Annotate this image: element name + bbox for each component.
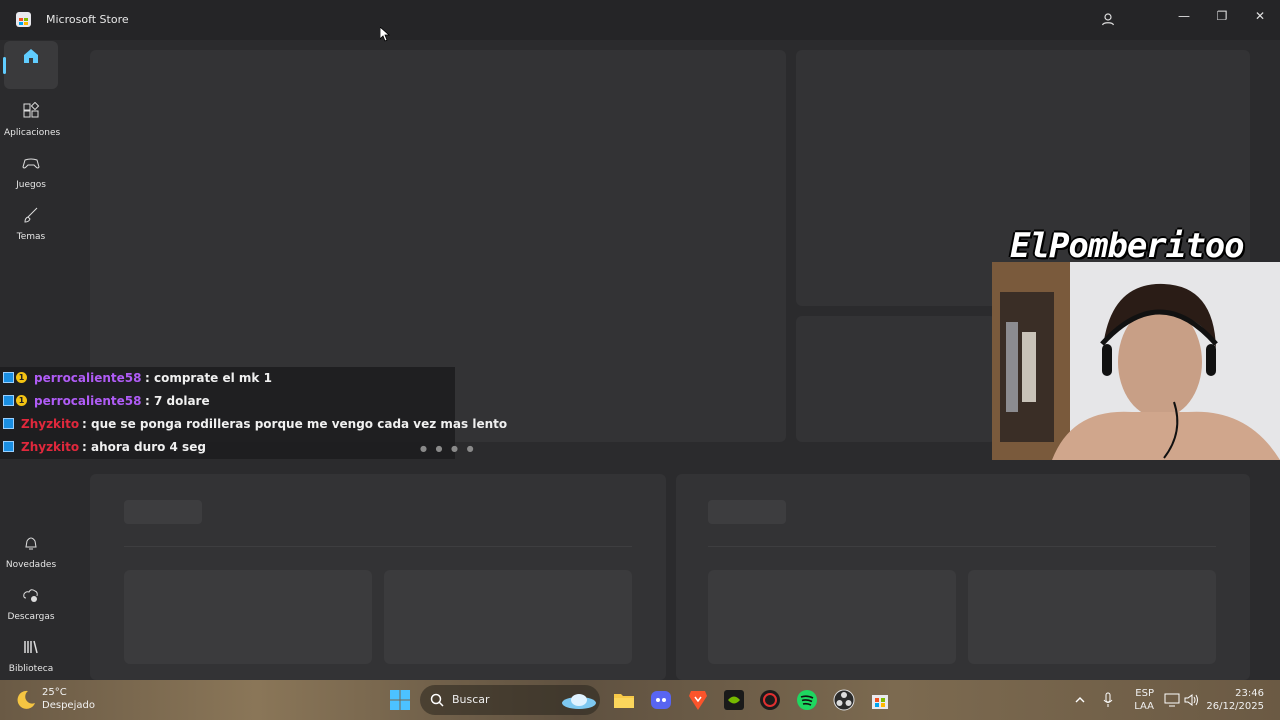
chat-username: perrocaliente58 (34, 394, 142, 408)
chat-text: : ahora duro 4 seg (82, 440, 206, 454)
sidebar-item-label: Aplicaciones (4, 128, 61, 138)
chat-message: Zhyzkito : que se ponga rodilleras porqu… (0, 413, 507, 435)
streamer-name-banner: ElPomberitoo (1010, 228, 1280, 264)
window-title: Microsoft Store (46, 13, 129, 26)
prime-badge-icon (3, 395, 14, 406)
chat-username: perrocaliente58 (34, 371, 142, 385)
home-icon (24, 49, 38, 63)
search-placeholder: Buscar (452, 693, 490, 706)
webcam-feed (992, 262, 1280, 460)
card-placeholder (708, 570, 956, 664)
prime-badge-icon (3, 372, 14, 383)
chat-username: Zhyzkito (21, 417, 80, 431)
library-icon (24, 640, 38, 654)
sub-badge-icon: 1 (16, 395, 27, 406)
taskbar: 25°C Despejado Buscar ESP LAA 23:46 26/1… (0, 680, 1280, 720)
chevron-up-icon[interactable] (1074, 694, 1086, 706)
microphone-icon[interactable] (1102, 692, 1114, 708)
microsoft-store-taskbar-icon[interactable] (868, 688, 892, 712)
obs-studio-icon[interactable] (832, 688, 856, 712)
cloud-download-icon (23, 589, 38, 602)
minimize-button[interactable]: — (1172, 6, 1196, 26)
chat-text: : comprate el mk 1 (145, 371, 272, 385)
chat-text: : 7 dolare (145, 394, 210, 408)
section-placeholder-left (90, 474, 666, 680)
promo-placeholder-bottom (796, 316, 996, 442)
sidebar-item-apps[interactable]: Aplicaciones (4, 96, 61, 144)
sidebar-item-label: Descargas (7, 612, 55, 622)
weather-temperature: 25°C (42, 687, 67, 698)
sidebar-item-home[interactable] (3, 41, 58, 89)
brave-browser-icon[interactable] (686, 688, 710, 712)
heading-placeholder (708, 500, 786, 524)
divider (124, 546, 632, 547)
chat-message: Zhyzkito : ahora duro 4 seg (0, 436, 455, 458)
sidebar-item-label: Juegos (16, 180, 46, 190)
bell-icon (25, 537, 37, 550)
sidebar-item-downloads[interactable]: Descargas (4, 580, 58, 628)
sidebar: Aplicaciones Juegos Temas Novedades Desc… (0, 40, 62, 680)
chat-text: : que se ponga rodilleras porque me veng… (82, 417, 508, 431)
maximize-button[interactable]: ❐ (1210, 6, 1234, 26)
spotify-icon[interactable] (795, 688, 819, 712)
stream-chat-overlay: 1 perrocaliente58 : comprate el mk 1 1 p… (0, 367, 507, 459)
section-placeholder-right (676, 474, 1250, 680)
weather-description: Despejado (42, 700, 95, 711)
brush-icon (24, 207, 38, 223)
moon-weather-icon[interactable] (14, 688, 38, 712)
profile-icon[interactable] (1098, 10, 1118, 30)
divider (708, 546, 1216, 547)
keyboard-layout[interactable]: LAA (1128, 701, 1154, 712)
typing-indicator: ● ● ● ● (420, 444, 477, 453)
heading-placeholder (124, 500, 202, 524)
card-placeholder (384, 570, 632, 664)
sub-badge-icon: 1 (16, 372, 27, 383)
store-logo-icon (16, 12, 31, 27)
gamepad-icon (22, 158, 40, 169)
volume-icon[interactable] (1184, 693, 1200, 707)
close-button[interactable]: ✕ (1248, 6, 1272, 26)
sidebar-item-library[interactable]: Biblioteca (4, 632, 58, 680)
streamer-name: ElPomberitoo (1010, 226, 1245, 266)
language-code[interactable]: ESP (1128, 688, 1154, 699)
apps-icon (23, 102, 40, 118)
card-placeholder (124, 570, 372, 664)
file-explorer-icon[interactable] (612, 688, 636, 712)
windows-start-icon[interactable] (388, 688, 412, 712)
nvidia-icon[interactable] (722, 688, 746, 712)
game-launcher-icon[interactable] (758, 688, 782, 712)
sidebar-item-whatsnew[interactable]: Novedades (4, 528, 58, 576)
mouse-cursor-icon (380, 27, 390, 42)
discord-icon[interactable] (649, 688, 673, 712)
webcam-image (992, 262, 1280, 460)
chat-message: 1 perrocaliente58 : 7 dolare (0, 390, 455, 412)
sidebar-item-label: Novedades (5, 560, 57, 570)
card-placeholder (968, 570, 1216, 664)
network-icon[interactable] (1164, 693, 1180, 707)
clock-time[interactable]: 23:46 (1200, 688, 1264, 699)
clock-date[interactable]: 26/12/2025 (1200, 701, 1264, 712)
prime-badge-icon (3, 441, 14, 452)
title-bar: Microsoft Store — ❐ ✕ (0, 0, 1280, 40)
sidebar-item-themes[interactable]: Temas (4, 200, 58, 248)
search-highlight-icon (562, 694, 596, 709)
taskbar-search[interactable]: Buscar (420, 685, 600, 715)
sidebar-item-label: Biblioteca (8, 664, 54, 674)
sidebar-item-games[interactable]: Juegos (4, 148, 58, 196)
chat-username: Zhyzkito (21, 440, 80, 454)
search-icon (430, 693, 444, 707)
chat-message: 1 perrocaliente58 : comprate el mk 1 (0, 367, 455, 389)
sidebar-item-label: Temas (16, 232, 46, 242)
prime-badge-icon (3, 418, 14, 429)
